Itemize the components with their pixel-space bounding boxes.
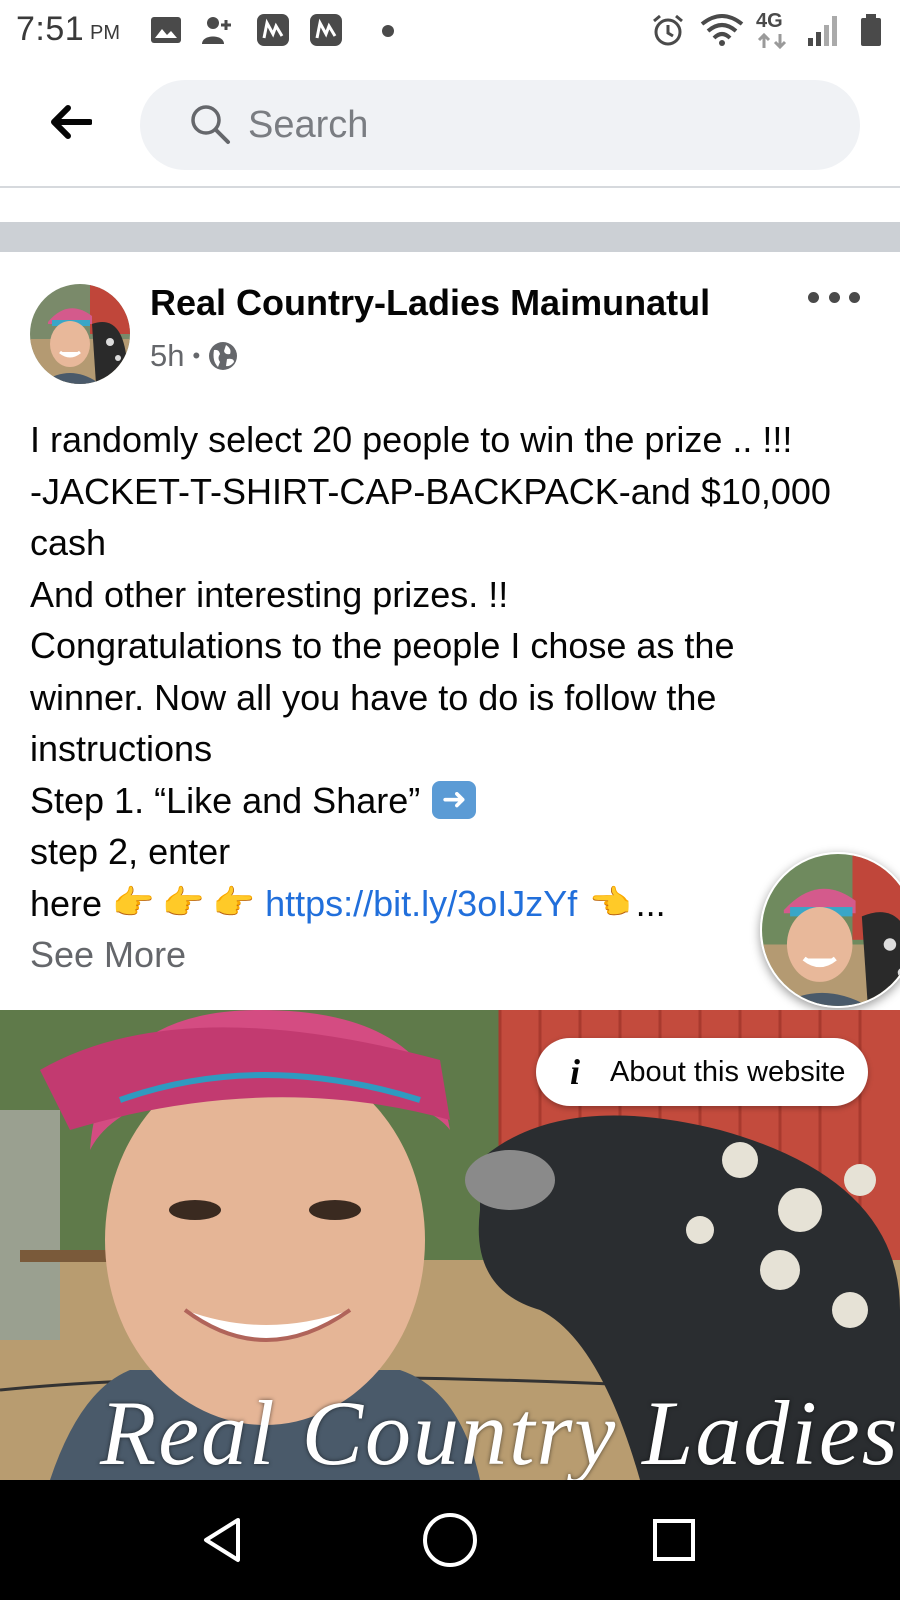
about-this-website-button[interactable]: i About this website bbox=[536, 1038, 868, 1106]
pointing-hand-icon: 👉 bbox=[212, 883, 256, 922]
dot-icon bbox=[849, 291, 860, 303]
here-text: here bbox=[30, 882, 103, 924]
square-recents-icon bbox=[653, 1519, 695, 1561]
meta-separator: • bbox=[192, 343, 201, 368]
pointing-hand-icon: 👉 bbox=[162, 883, 205, 922]
status-time: 7:51 bbox=[16, 10, 85, 48]
globe-icon bbox=[209, 342, 238, 370]
post-author-name[interactable]: Real Country-Ladies Maimunatul bbox=[150, 282, 710, 324]
post-time[interactable]: 5h bbox=[150, 338, 184, 374]
post-text-line: step 2, enter bbox=[30, 831, 231, 872]
gallery-icon bbox=[151, 17, 181, 43]
battery-icon bbox=[861, 14, 881, 46]
data-transfer-icon bbox=[757, 32, 787, 50]
ellipsis: ... bbox=[635, 882, 666, 924]
right-arrow-emoji-icon: ➜ bbox=[432, 781, 477, 820]
post-text-line: Congratulations to the people I chose as… bbox=[30, 625, 735, 666]
post-text-line-step1: Step 1. “Like and Share” ➜ bbox=[30, 775, 890, 827]
author-avatar[interactable] bbox=[30, 284, 130, 384]
status-bar: 7:51 PM 4G bbox=[0, 0, 900, 62]
post-image[interactable]: i About this website Real Country Ladies bbox=[0, 1010, 900, 1480]
post-text-line: winner. Now all you have to do is follow… bbox=[30, 676, 717, 718]
signal-icon bbox=[808, 16, 837, 46]
dot-icon bbox=[828, 291, 840, 303]
image-watermark: Real Country Ladies bbox=[100, 1382, 900, 1480]
pointing-hand-left-icon: 👈 bbox=[589, 883, 632, 922]
search-header bbox=[0, 62, 900, 188]
chat-head-avatar[interactable] bbox=[760, 852, 900, 1008]
post-text-line: I randomly select 20 people to win the p… bbox=[30, 419, 793, 460]
post-meta: 5h • bbox=[150, 338, 238, 374]
more-notifications-dot bbox=[382, 25, 394, 37]
dot-icon bbox=[808, 291, 819, 303]
nav-back-button[interactable] bbox=[192, 1510, 252, 1570]
post-body: I randomly select 20 people to win the p… bbox=[30, 414, 890, 981]
search-bar[interactable] bbox=[140, 80, 860, 170]
post-text-line: And other interesting prizes. !! bbox=[30, 573, 509, 615]
network-type-label: 4G bbox=[756, 10, 783, 32]
feed-divider bbox=[0, 222, 900, 252]
add-person-icon bbox=[202, 17, 231, 44]
back-button[interactable] bbox=[40, 92, 100, 152]
nav-recents-button[interactable] bbox=[644, 1510, 704, 1570]
app-notification-icon-2 bbox=[310, 14, 342, 46]
post-card: Real Country-Ladies Maimunatul 5h • I ra… bbox=[0, 252, 900, 1480]
post-options-button[interactable] bbox=[808, 282, 860, 312]
app-notification-icon bbox=[257, 14, 289, 46]
alarm-icon bbox=[653, 14, 683, 46]
search-icon bbox=[191, 105, 230, 144]
nav-home-button[interactable] bbox=[420, 1510, 480, 1570]
system-nav-bar bbox=[0, 1480, 900, 1600]
back-arrow-icon bbox=[51, 105, 92, 139]
post-link[interactable]: https://bit.ly/3oIJzYf bbox=[265, 878, 577, 930]
circle-home-icon bbox=[423, 1513, 477, 1567]
status-ampm: PM bbox=[90, 22, 120, 44]
wifi-icon bbox=[700, 14, 744, 46]
see-more-link[interactable]: See More bbox=[30, 929, 186, 981]
about-this-website-label: About this website bbox=[610, 1055, 846, 1088]
info-icon: i bbox=[569, 1052, 580, 1092]
post-text-line: instructions bbox=[30, 728, 213, 769]
step-1-text: Step 1. “Like and Share” bbox=[30, 779, 421, 821]
post-text-line: cash bbox=[30, 522, 107, 563]
triangle-back-icon bbox=[204, 1518, 240, 1562]
post-text-line: -JACKET-T-SHIRT-CAP-BACKPACK-and $10,000 bbox=[30, 470, 831, 512]
search-input[interactable] bbox=[248, 100, 808, 150]
pointing-hand-icon: 👉 bbox=[112, 883, 155, 922]
